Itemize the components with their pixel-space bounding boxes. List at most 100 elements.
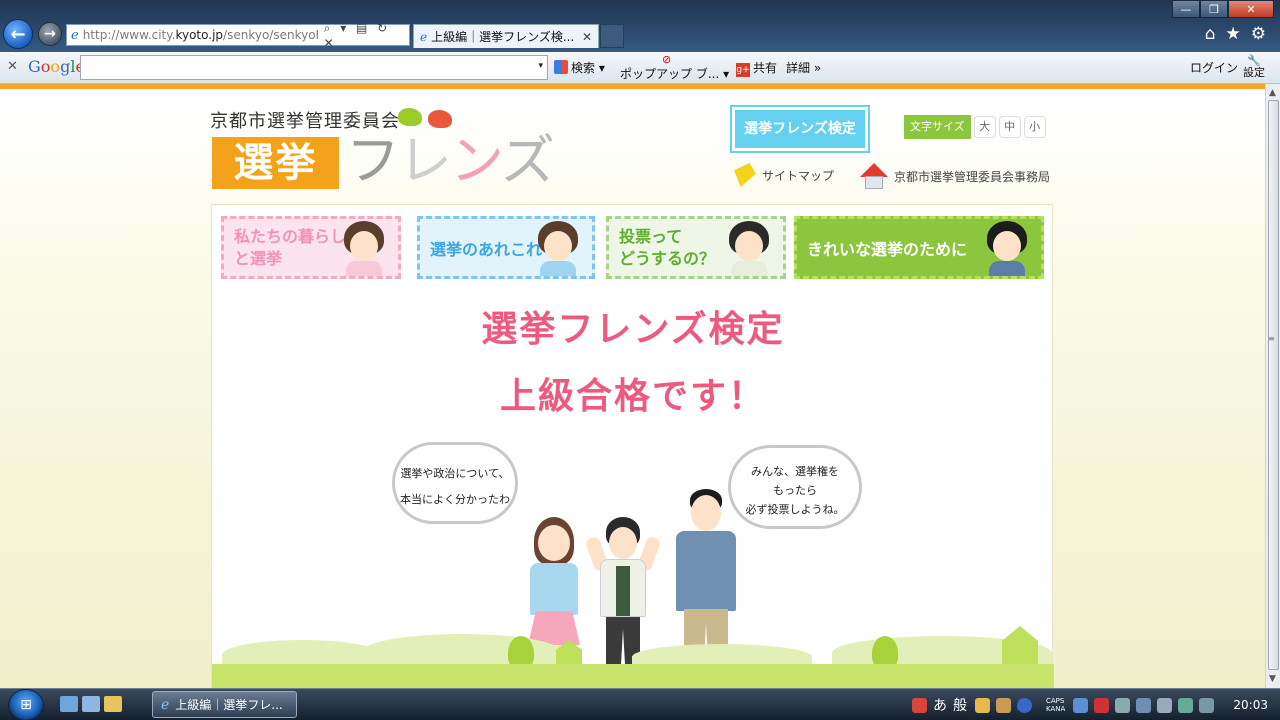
result-title: 選挙フレンズ検定 xyxy=(481,309,785,350)
green-bird-icon xyxy=(398,108,422,126)
house-icon xyxy=(860,163,888,189)
display-icon[interactable] xyxy=(1157,697,1173,713)
sitemap-icon xyxy=(734,163,756,187)
nav-touhyou[interactable]: 投票って どうするの？ xyxy=(606,216,786,279)
chevron-down-icon[interactable]: ▾ xyxy=(538,61,543,71)
search-button[interactable]: 検索 ▾ xyxy=(554,59,605,76)
site-logo-friends[interactable]: フレンズ xyxy=(346,131,555,191)
system-tray: あ 般 CAPS KANA 20:03 xyxy=(912,689,1280,720)
tab-title: 上級編｜選挙フレンズ検... xyxy=(431,30,575,44)
sitemap-link[interactable]: サイトマップ xyxy=(734,163,834,187)
browser-right-icons: ⌂ ★ ⚙ xyxy=(1205,24,1266,44)
boy-face-icon xyxy=(725,221,773,276)
url-text: http://www.city.kyoto.jp/senkyo/senkyoFr… xyxy=(82,28,318,42)
taskbar: ⊞ ℯ 上級編｜選挙フレ... あ 般 CAPS KANA 20:03 xyxy=(0,688,1280,720)
ime-pad-icon[interactable] xyxy=(975,697,990,713)
favorites-star-icon[interactable]: ★ xyxy=(1226,24,1241,44)
google-toolbar: ✕ Google ▾ 検索 ▾ ⊘ポップアップ ブ... ▾ g+共有 詳細 »… xyxy=(0,52,1280,84)
scroll-grip-icon: ≡ xyxy=(1268,334,1275,343)
popup-block-icon: ⊘ xyxy=(662,53,672,66)
main-content: 私たちの暮らし と選挙 選挙のあれこれ 投票って どうするの？ きれいな選挙のために… xyxy=(211,204,1054,709)
font-size-label: 文字サイズ xyxy=(904,115,971,139)
address-tools[interactable]: ⌕ ▾ ▤ ↻ ✕ xyxy=(324,21,409,50)
more-button[interactable]: 詳細 » xyxy=(786,59,821,76)
red-bird-icon xyxy=(428,110,452,128)
tab-active[interactable]: ℯ 上級編｜選挙フレンズ検... ✕ xyxy=(413,24,599,48)
nav-label: 私たちの暮らし と選挙 xyxy=(234,226,347,268)
font-size-small-button[interactable]: 小 xyxy=(1023,116,1046,138)
google-plus-icon: g+ xyxy=(736,63,750,77)
nav-kirei[interactable]: きれいな選挙のために xyxy=(794,216,1044,279)
login-button[interactable]: ログイン xyxy=(1190,59,1238,76)
tools-gear-icon[interactable]: ⚙ xyxy=(1251,24,1266,44)
nav-kurashi[interactable]: 私たちの暮らし と選挙 xyxy=(221,216,401,279)
scroll-down-icon[interactable]: ▼ xyxy=(1269,674,1276,684)
ime-mode-indicator[interactable]: 般 xyxy=(953,695,967,715)
bubble-line: 選挙や政治について、 xyxy=(400,467,510,480)
ie-icon: ℯ xyxy=(161,696,170,713)
girl-face-icon xyxy=(534,221,582,276)
google-icon xyxy=(554,60,568,74)
settings-button[interactable]: 🔧 設定 xyxy=(1243,55,1265,79)
popup-blocker-button[interactable]: ⊘ ポップアップ ブ... ▾ xyxy=(620,53,729,82)
scroll-up-icon[interactable]: ▲ xyxy=(1269,88,1276,98)
nav-label: 投票って どうするの？ xyxy=(619,226,716,268)
maximize-button[interactable]: ❐ xyxy=(1200,0,1228,18)
nav-label: 選挙のあれこれ xyxy=(430,239,543,259)
address-bar[interactable]: ℯ http://www.city.kyoto.jp/senkyo/senkyo… xyxy=(66,21,410,50)
vertical-scrollbar[interactable]: ▲ ≡ ▼ xyxy=(1265,84,1280,688)
minimize-button[interactable]: — xyxy=(1172,0,1200,18)
girl-face-icon xyxy=(340,221,388,276)
device-icon[interactable] xyxy=(1115,697,1131,713)
bubble-line: もったら xyxy=(773,484,817,497)
office-link[interactable]: 京都市選挙管理委員会事務局 xyxy=(860,163,1050,189)
network-icon[interactable] xyxy=(1073,697,1089,713)
ime-icon[interactable] xyxy=(912,697,927,713)
nav-arekore[interactable]: 選挙のあれこれ xyxy=(417,216,595,279)
caps-kana-indicator: CAPS KANA xyxy=(1046,697,1066,713)
ie-tab-icon: ℯ xyxy=(420,29,428,44)
font-size-large-button[interactable]: 大 xyxy=(973,116,996,138)
ime-hiragana-indicator[interactable]: あ xyxy=(933,695,947,715)
close-window-button[interactable]: ✕ xyxy=(1228,0,1274,18)
man-face-icon xyxy=(983,221,1031,276)
help-icon[interactable] xyxy=(1017,697,1032,713)
home-icon[interactable]: ⌂ xyxy=(1205,24,1216,44)
speech-bubble-left: 選挙や政治について、 本当によく分かったわ xyxy=(392,442,518,524)
show-desktop-icon[interactable] xyxy=(60,696,78,712)
bubble-line: 必ず投票しようね。 xyxy=(745,503,845,516)
new-tab-button[interactable] xyxy=(600,24,624,48)
monitor-icon[interactable] xyxy=(1136,697,1152,713)
start-button[interactable]: ⊞ xyxy=(8,689,44,720)
page-viewport: 京都市選挙管理委員会 選挙 フレンズ 選挙フレンズ検定 文字サイズ 大 中 小 … xyxy=(0,84,1265,709)
explorer-icon[interactable] xyxy=(82,696,100,712)
share-button[interactable]: g+ 共有 xyxy=(736,59,777,77)
bubble-line: みんな、選挙権を xyxy=(751,465,839,478)
font-size-switcher: 文字サイズ 大 中 小 xyxy=(904,115,1046,139)
result-subtitle: 上級合格です！ xyxy=(499,376,766,417)
town-landscape xyxy=(212,626,1054,688)
bubble-line: 本当によく分かったわ xyxy=(400,493,510,506)
battery-icon[interactable] xyxy=(1178,697,1194,713)
ie-page-icon: ℯ xyxy=(71,27,79,43)
taskbar-ie-window[interactable]: ℯ 上級編｜選挙フレ... xyxy=(152,691,297,718)
speech-bubble-right: みんな、選挙権を もったら 必ず投票しようね。 xyxy=(728,445,862,529)
google-logo: Google xyxy=(28,57,85,76)
volume-icon[interactable] xyxy=(1199,697,1215,713)
forward-button[interactable]: → xyxy=(38,22,62,46)
ime-dictionary-icon[interactable] xyxy=(996,697,1011,713)
scrollbar-thumb[interactable] xyxy=(1268,100,1279,670)
browser-titlebar: ← → ℯ http://www.city.kyoto.jp/senkyo/se… xyxy=(0,0,1280,52)
clock[interactable]: 20:03 xyxy=(1233,698,1268,712)
tab-close-icon[interactable]: ✕ xyxy=(582,30,592,44)
back-button[interactable]: ← xyxy=(3,19,33,49)
site-logo-senkyo[interactable]: 選挙 xyxy=(212,137,339,189)
font-size-medium-button[interactable]: 中 xyxy=(998,116,1021,138)
security-icon[interactable] xyxy=(1094,697,1110,713)
folder-icon[interactable] xyxy=(104,696,122,712)
google-search-input[interactable]: ▾ xyxy=(80,55,548,80)
window-controls: — ❐ ✕ xyxy=(1172,0,1274,18)
toolbar-close-icon[interactable]: ✕ xyxy=(7,59,18,74)
kentei-button[interactable]: 選挙フレンズ検定 xyxy=(730,105,870,153)
nav-label: きれいな選挙のために xyxy=(807,239,968,259)
